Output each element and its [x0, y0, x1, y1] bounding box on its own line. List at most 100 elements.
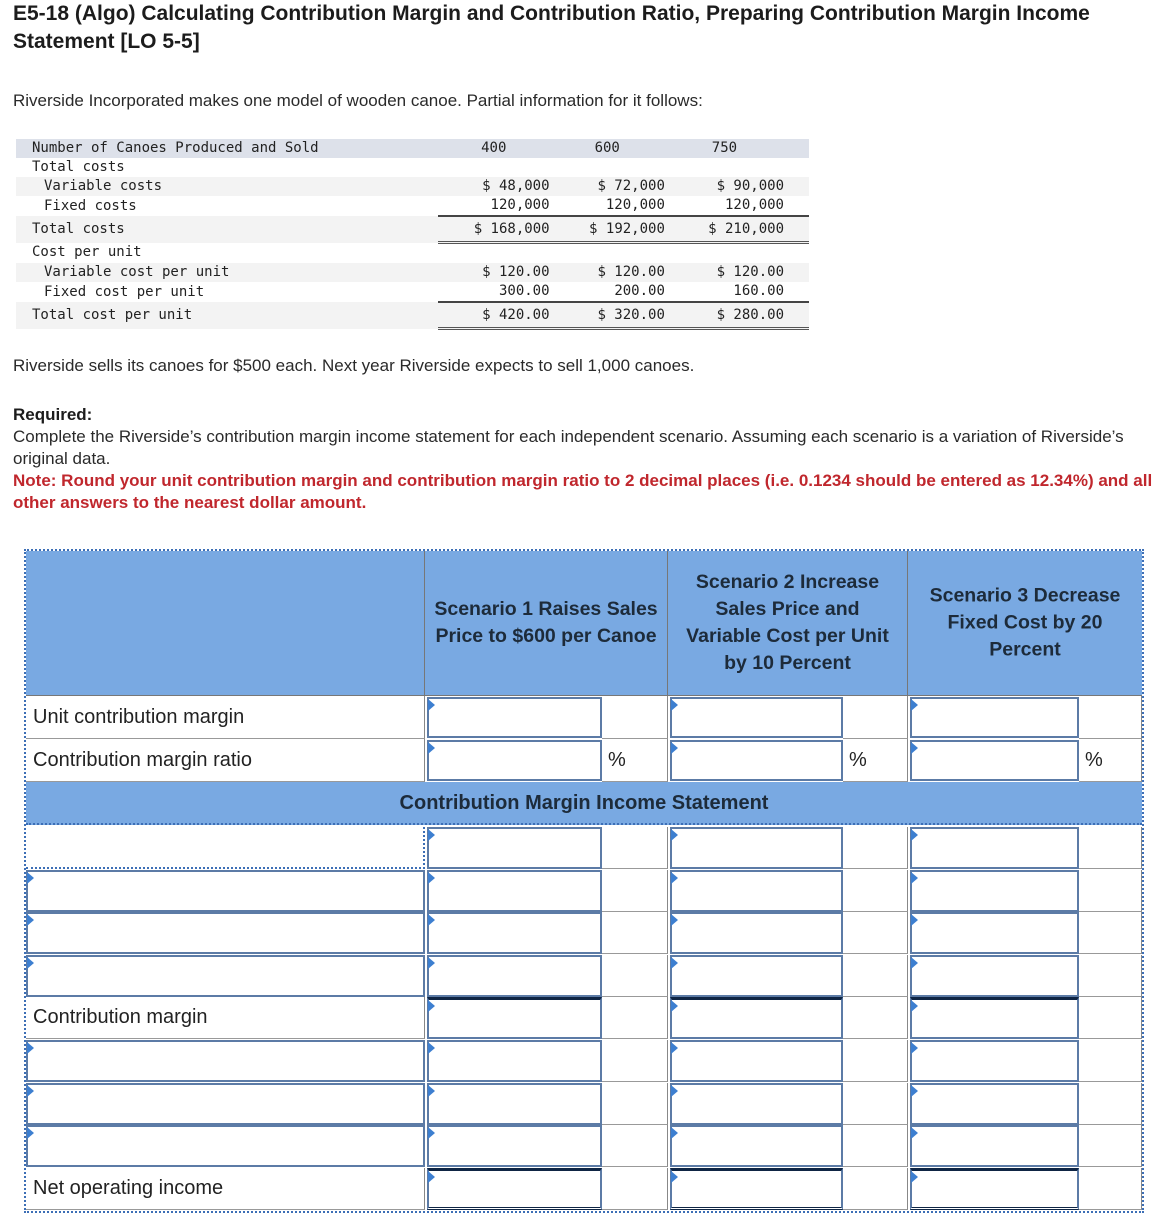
spacer-cell: [602, 1040, 668, 1082]
table-row: Fixed costs 120,000 120,000 120,000: [16, 196, 809, 216]
line-item-label-input[interactable]: [26, 912, 425, 954]
amount-input[interactable]: [670, 827, 843, 869]
dropdown-flag-icon: [428, 872, 435, 884]
amount-input[interactable]: [670, 1125, 843, 1167]
line-item-label-input[interactable]: [26, 827, 425, 869]
amount-input[interactable]: [427, 827, 602, 869]
amount-input[interactable]: [427, 870, 602, 912]
unit-contribution-margin-input[interactable]: [427, 697, 602, 738]
spacer-cell: [843, 955, 908, 997]
contribution-margin-ratio-input[interactable]: [670, 740, 843, 781]
header-value: 600: [549, 139, 665, 158]
amount-input[interactable]: [670, 1040, 843, 1082]
amount-input[interactable]: [910, 1168, 1079, 1210]
dropdown-flag-icon: [911, 1000, 918, 1012]
header-label: Number of Canoes Produced and Sold: [16, 139, 438, 158]
dropdown-flag-icon: [428, 1171, 435, 1183]
amount-input[interactable]: [910, 997, 1079, 1039]
table-row: Variable costs $ 48,000 $ 72,000 $ 90,00…: [16, 177, 809, 196]
amount-input[interactable]: [910, 912, 1079, 954]
amount-input[interactable]: [910, 870, 1079, 912]
cell-value: 160.00: [733, 283, 784, 299]
amount-input[interactable]: [427, 1168, 602, 1210]
unit-suffix-cell: [602, 696, 668, 739]
cell-value: $ 320.00: [549, 301, 665, 330]
spacer-cell: [1079, 1083, 1142, 1125]
amount-input[interactable]: [427, 955, 602, 997]
table-row: Total costs $ 168,000 $ 192,000 $ 210,00…: [16, 215, 809, 244]
dropdown-flag-icon: [911, 1085, 918, 1097]
line-item-label-input[interactable]: [26, 870, 425, 912]
row-label: Total costs: [16, 216, 438, 243]
dropdown-flag-icon: [911, 742, 918, 754]
amount-input[interactable]: [910, 955, 1079, 997]
dropdown-flag-icon: [428, 742, 435, 754]
cell-value: 120,000: [724, 197, 784, 213]
amount-input[interactable]: [910, 1125, 1079, 1167]
line-item-label-input[interactable]: [26, 1040, 425, 1082]
spacer-cell: [843, 997, 908, 1039]
amount-input[interactable]: [670, 997, 843, 1039]
table-header-row: Number of Canoes Produced and Sold 400 6…: [16, 139, 809, 158]
amount-input[interactable]: [910, 1083, 1079, 1125]
row-label: Fixed cost per unit: [44, 283, 205, 300]
unit-suffix-cell: %: [602, 739, 668, 782]
spacer-cell: [1079, 870, 1142, 912]
contribution-margin-ratio-input[interactable]: [910, 740, 1079, 781]
amount-input[interactable]: [670, 912, 843, 954]
amount-input[interactable]: [670, 955, 843, 997]
unit-suffix-cell: %: [843, 739, 908, 782]
contribution-margin-ratio-label: Contribution margin ratio: [26, 739, 425, 782]
amount-input[interactable]: [427, 912, 602, 954]
amount-input[interactable]: [670, 870, 843, 912]
table-row: Cost per unit: [16, 243, 809, 264]
amount-input[interactable]: [427, 1083, 602, 1125]
dropdown-flag-icon: [671, 872, 678, 884]
row-label: Variable cost per unit: [16, 263, 438, 282]
cell-value: $ 280.00: [664, 301, 809, 330]
line-item-label-input[interactable]: [26, 1125, 425, 1167]
amount-input[interactable]: [427, 1040, 602, 1082]
dropdown-flag-icon: [671, 914, 678, 926]
cell-value: $ 72,000: [549, 177, 665, 196]
contribution-margin-ratio-input[interactable]: [427, 740, 602, 781]
sales-info-text: Riverside sells its canoes for $500 each…: [13, 356, 695, 375]
unit-suffix-cell: [1079, 696, 1142, 739]
dropdown-flag-icon: [428, 1127, 435, 1139]
dropdown-flag-icon: [27, 914, 34, 926]
spacer-cell: [843, 1040, 908, 1082]
amount-input[interactable]: [910, 827, 1079, 869]
dropdown-flag-icon: [911, 872, 918, 884]
dropdown-flag-icon: [671, 829, 678, 841]
cell-value: 200.00: [614, 283, 665, 299]
dropdown-flag-icon: [911, 957, 918, 969]
dropdown-flag-icon: [428, 829, 435, 841]
scenario-1-title: Scenario 1 Raises Sales Price to $600 pe…: [434, 598, 658, 647]
dropdown-flag-icon: [428, 1042, 435, 1054]
amount-input[interactable]: [910, 1040, 1079, 1082]
cell-value: $ 210,000: [664, 215, 809, 244]
dropdown-flag-icon: [27, 1042, 34, 1054]
unit-contribution-margin-input[interactable]: [910, 697, 1079, 738]
amount-input[interactable]: [670, 1168, 843, 1210]
spacer-cell: [602, 912, 668, 954]
dropdown-flag-icon: [428, 957, 435, 969]
amount-input[interactable]: [427, 1125, 602, 1167]
line-item-label-input[interactable]: [26, 1083, 425, 1125]
scenario-3-header: Scenario 3 Decrease Fixed Cost by 20 Per…: [908, 551, 1142, 696]
spacer-cell: [602, 1125, 668, 1167]
cell-value: 120,000: [490, 197, 550, 213]
line-item-label-input[interactable]: [26, 955, 425, 997]
dropdown-flag-icon: [911, 829, 918, 841]
spacer-cell: [843, 1168, 908, 1210]
table-row: Variable cost per unit $ 120.00 $ 120.00…: [16, 263, 809, 282]
spacer-cell: [843, 827, 908, 869]
intro-text: Riverside Incorporated makes one model o…: [13, 91, 703, 110]
spacer-cell: [1079, 955, 1142, 997]
spacer-cell: [602, 1168, 668, 1210]
amount-input[interactable]: [670, 1083, 843, 1125]
required-heading: Required:: [13, 405, 93, 424]
amount-input[interactable]: [427, 997, 602, 1039]
unit-contribution-margin-input[interactable]: [670, 697, 843, 738]
scenario-1-header: Scenario 1 Raises Sales Price to $600 pe…: [425, 551, 668, 696]
